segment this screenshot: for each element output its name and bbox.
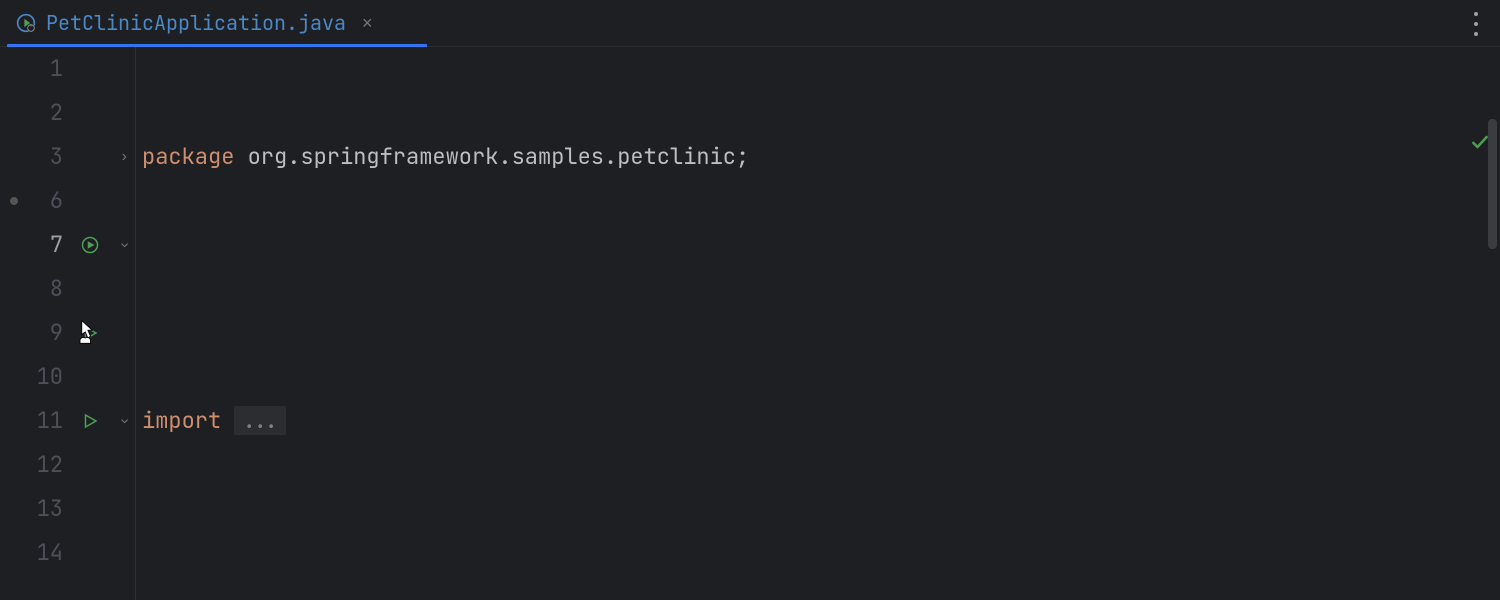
tab-options-button[interactable]: [1474, 0, 1478, 47]
folded-imports[interactable]: ...: [234, 406, 286, 435]
line-number: 2: [50, 91, 63, 135]
line-number: 11: [37, 399, 63, 443]
tab-close-button[interactable]: ×: [362, 13, 373, 34]
code-content[interactable]: package org.springframework.samples.petc…: [136, 47, 1500, 600]
editor-gutter: 1 2 3 › 6 7 › 8 9 10 11: [0, 47, 136, 600]
scrollbar-thumb[interactable]: [1488, 119, 1497, 249]
code-editor[interactable]: 1 2 3 › 6 7 › 8 9 10 11: [0, 47, 1500, 600]
package-path: org.springframework.samples.petclinic: [248, 142, 736, 171]
run-file-icon: [16, 13, 36, 33]
tab-filename: PetClinicApplication.java: [46, 10, 346, 36]
line-number: 3: [50, 135, 63, 179]
run-method-gutter-icon[interactable]: [81, 412, 99, 430]
line-number: 7: [50, 223, 63, 267]
breakpoint-indicator[interactable]: [10, 197, 18, 205]
keyword: import: [142, 406, 221, 435]
fold-collapse-icon[interactable]: ›: [102, 242, 146, 247]
tab-bar: PetClinicApplication.java ×: [0, 0, 1500, 47]
editor-tab[interactable]: PetClinicApplication.java ×: [0, 0, 389, 47]
line-number: 9: [50, 311, 63, 355]
run-class-gutter-icon[interactable]: [81, 236, 99, 254]
line-number: 13: [37, 487, 63, 531]
line-number: 6: [50, 179, 63, 223]
line-number: 1: [50, 47, 63, 91]
fold-collapse-icon[interactable]: ›: [102, 418, 146, 423]
keyword: package: [142, 142, 234, 171]
line-number: 14: [37, 531, 63, 575]
inspection-ok-icon[interactable]: [1470, 123, 1490, 167]
fold-expand-icon[interactable]: ›: [122, 135, 127, 179]
run-class-gutter-icon[interactable]: [81, 324, 99, 342]
line-number: 10: [37, 355, 63, 399]
line-number: 8: [50, 267, 63, 311]
line-number: 12: [37, 443, 63, 487]
